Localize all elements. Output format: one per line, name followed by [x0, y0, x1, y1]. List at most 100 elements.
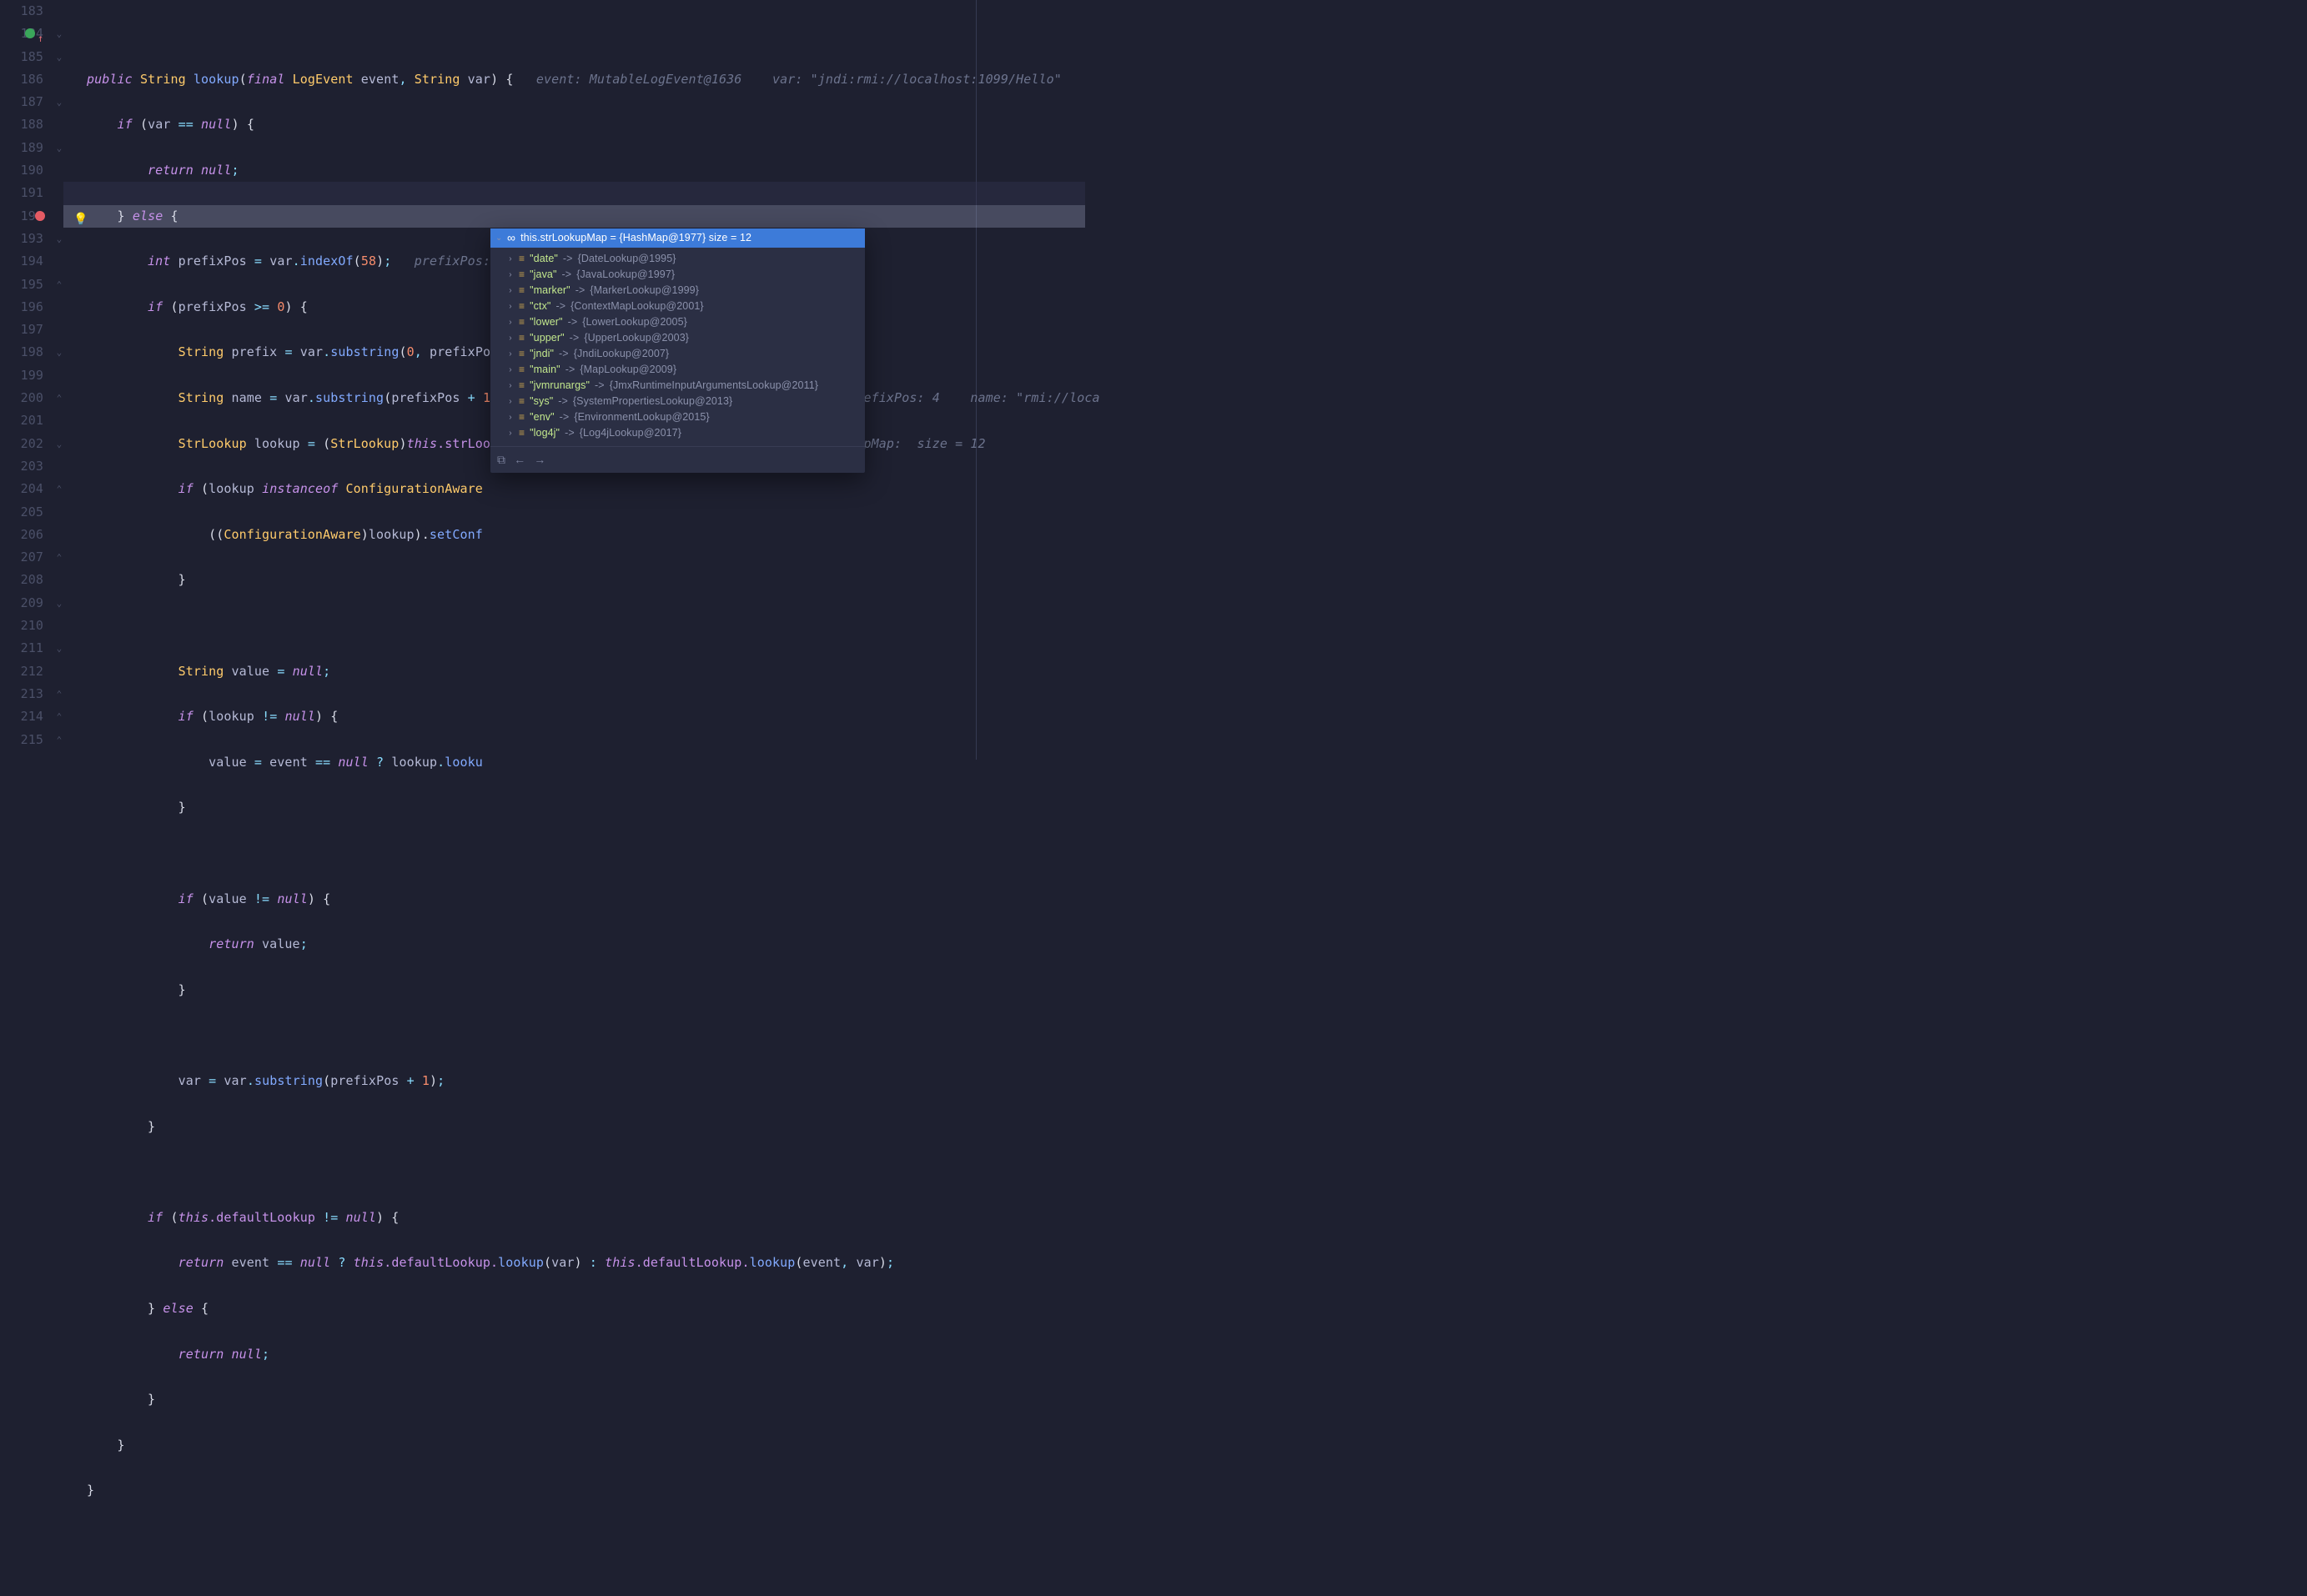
fold-end-icon[interactable]: ⌃ — [52, 478, 67, 500]
arrow-text: -> — [555, 299, 565, 314]
popup-body[interactable]: ›≡"date" -> {DateLookup@1995}›≡"java" ->… — [490, 248, 865, 446]
line-number[interactable]: 201 — [0, 409, 48, 432]
debug-map-entry[interactable]: ›≡"main" -> {MapLookup@2009} — [494, 362, 862, 378]
fold-toggle-icon[interactable]: ⌄ — [52, 91, 67, 113]
variable: value — [262, 936, 300, 951]
line-number[interactable]: 199 — [0, 364, 48, 387]
fold-toggle-icon[interactable]: ⌄ — [52, 228, 67, 250]
fold-end-icon[interactable]: ⌃ — [52, 274, 67, 296]
fold-toggle-icon[interactable]: ⌄ — [52, 637, 67, 660]
popup-header[interactable]: ⌄ ∞ this.strLookupMap = {HashMap@1977} s… — [490, 228, 865, 248]
type: String — [178, 664, 224, 679]
parameter: event — [361, 72, 400, 87]
fold-toggle-icon[interactable]: ⌄ — [52, 23, 67, 45]
code-editor[interactable]: 183 184 185 186 187 188 189 190 191 192 … — [0, 0, 1085, 760]
line-number[interactable]: 209 — [0, 592, 48, 615]
back-arrow-icon[interactable]: ← — [514, 452, 525, 468]
line-number[interactable]: 211 — [0, 637, 48, 660]
debug-map-entry[interactable]: ›≡"log4j" -> {Log4jLookup@2017} — [494, 425, 862, 441]
line-number[interactable]: 215 — [0, 729, 48, 751]
arrow-text: -> — [575, 283, 586, 299]
null-literal: null — [346, 1210, 377, 1225]
debug-map-entry[interactable]: ›≡"java" -> {JavaLookup@1997} — [494, 267, 862, 283]
map-value: {LowerLookup@2005} — [582, 314, 687, 330]
line-number[interactable]: 210 — [0, 615, 48, 637]
debug-map-entry[interactable]: ›≡"upper" -> {UpperLookup@2003} — [494, 330, 862, 346]
fold-end-icon[interactable]: ⌃ — [52, 729, 67, 751]
chevron-down-icon[interactable]: ⌄ — [495, 230, 502, 246]
debug-map-entry[interactable]: ›≡"marker" -> {MarkerLookup@1999} — [494, 283, 862, 299]
chevron-right-icon[interactable]: › — [507, 378, 514, 394]
map-value: {SystemPropertiesLookup@2013} — [573, 394, 732, 409]
line-number[interactable]: 204 — [0, 478, 48, 500]
chevron-right-icon[interactable]: › — [507, 394, 514, 409]
map-key: "marker" — [530, 283, 570, 299]
debug-map-entry[interactable]: ›≡"env" -> {EnvironmentLookup@2015} — [494, 409, 862, 425]
line-number[interactable]: 196 — [0, 296, 48, 319]
chevron-right-icon[interactable]: › — [507, 299, 514, 314]
fold-toggle-icon[interactable]: ⌄ — [52, 592, 67, 615]
fold-end-icon[interactable]: ⌃ — [52, 387, 67, 409]
fold-toggle-icon[interactable]: ⌄ — [52, 137, 67, 159]
type: String — [178, 390, 224, 405]
line-number[interactable]: 200 — [0, 387, 48, 409]
line-number[interactable]: 205 — [0, 501, 48, 524]
arrow-text: -> — [565, 362, 575, 378]
line-number[interactable]: 193 — [0, 228, 48, 250]
fold-toggle-icon[interactable]: ⌄ — [52, 341, 67, 364]
line-number[interactable]: 198 — [0, 341, 48, 364]
object-ref-icon: ∞ — [507, 230, 515, 246]
fold-end-icon[interactable]: ⌃ — [52, 705, 67, 728]
debug-map-entry[interactable]: ›≡"lower" -> {LowerLookup@2005} — [494, 314, 862, 330]
popup-footer: ⧉ ← → — [490, 446, 865, 473]
map-key: "lower" — [530, 314, 562, 330]
map-value: {JndiLookup@2007} — [574, 346, 670, 362]
debug-map-entry[interactable]: ›≡"ctx" -> {ContextMapLookup@2001} — [494, 299, 862, 314]
chevron-right-icon[interactable]: › — [507, 330, 514, 346]
chevron-right-icon[interactable]: › — [507, 346, 514, 362]
line-number[interactable]: 213 — [0, 683, 48, 705]
fold-gutter[interactable]: ⌄ ⌄ ⌄ ⌄ ⌄ ⌃ ⌄ ⌃ ⌄ ⌃ ⌃ ⌄ ⌄ ⌃ ⌃ ⌃ — [52, 0, 67, 751]
debug-map-entry[interactable]: ›≡"date" -> {DateLookup@1995} — [494, 251, 862, 267]
fold-toggle-icon[interactable]: ⌄ — [52, 433, 67, 455]
parameter: var — [468, 72, 490, 87]
line-number[interactable]: 202 — [0, 433, 48, 455]
line-number[interactable]: 206 — [0, 524, 48, 546]
chevron-right-icon[interactable]: › — [507, 409, 514, 425]
line-number[interactable]: 212 — [0, 660, 48, 683]
forward-arrow-icon[interactable]: → — [534, 452, 545, 468]
map-value: {EnvironmentLookup@2015} — [574, 409, 709, 425]
fold-toggle-icon[interactable]: ⌄ — [52, 46, 67, 68]
line-number[interactable]: 207 — [0, 546, 48, 569]
line-number[interactable]: 195 — [0, 274, 48, 296]
debug-map-entry[interactable]: ›≡"sys" -> {SystemPropertiesLookup@2013} — [494, 394, 862, 409]
line-number[interactable]: 214 — [0, 705, 48, 728]
arrow-text: -> — [558, 394, 568, 409]
debug-map-entry[interactable]: ›≡"jvmrunargs" -> {JmxRuntimeInputArgume… — [494, 378, 862, 394]
line-number[interactable]: 194 — [0, 250, 48, 273]
debug-map-entry[interactable]: ›≡"jndi" -> {JndiLookup@2007} — [494, 346, 862, 362]
tree-view-icon[interactable]: ⧉ — [497, 452, 505, 468]
map-value: {JmxRuntimeInputArgumentsLookup@2011} — [610, 378, 818, 394]
fold-end-icon[interactable]: ⌃ — [52, 546, 67, 569]
chevron-right-icon[interactable]: › — [507, 362, 514, 378]
this-keyword: this — [354, 1255, 384, 1270]
type: LogEvent — [293, 72, 354, 87]
intention-bulb-icon[interactable]: 💡 — [73, 208, 88, 231]
line-number[interactable]: 197 — [0, 319, 48, 341]
chevron-right-icon[interactable]: › — [507, 267, 514, 283]
number: 58 — [361, 253, 376, 269]
chevron-right-icon[interactable]: › — [507, 283, 514, 299]
chevron-right-icon[interactable]: › — [507, 314, 514, 330]
breakpoint-icon[interactable] — [35, 211, 45, 221]
variable: prefixPos — [178, 253, 247, 269]
chevron-right-icon[interactable]: › — [507, 251, 514, 267]
fold-end-icon[interactable]: ⌃ — [52, 683, 67, 705]
chevron-right-icon[interactable]: › — [507, 425, 514, 441]
vcs-change-marker-icon[interactable] — [25, 28, 35, 38]
type: String — [178, 344, 224, 359]
line-number[interactable]: 203 — [0, 455, 48, 478]
line-number[interactable]: 208 — [0, 569, 48, 591]
debugger-variable-popup[interactable]: ⌄ ∞ this.strLookupMap = {HashMap@1977} s… — [490, 228, 865, 473]
keyword: return — [209, 936, 254, 951]
